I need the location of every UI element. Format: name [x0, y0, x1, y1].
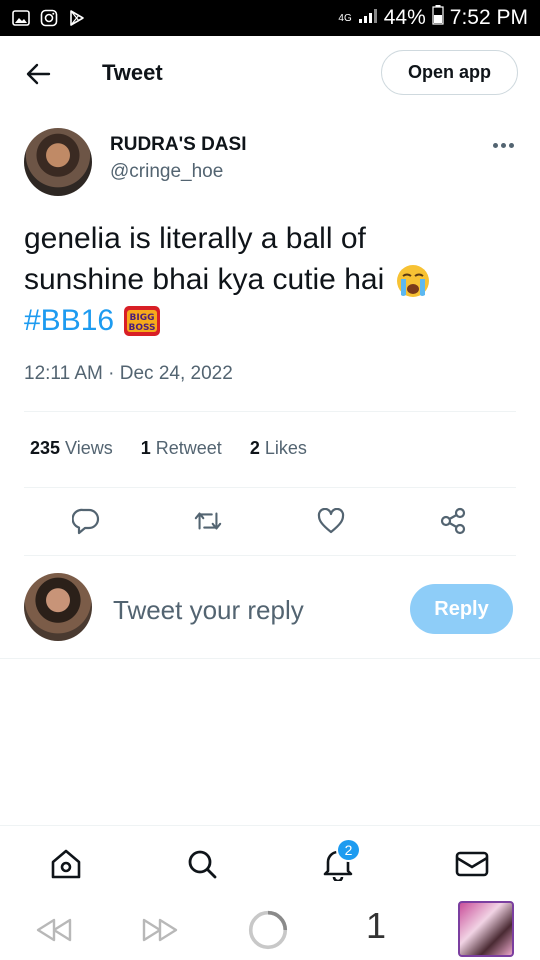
divider: [24, 555, 516, 556]
open-app-button[interactable]: Open app: [381, 50, 518, 95]
like-heart-icon[interactable]: [316, 506, 346, 536]
top-bar: Tweet Open app: [0, 36, 540, 112]
retweets-count: 1: [140, 438, 151, 458]
tweet-text-line-2-content: sunshine bhai kya cutie hai: [24, 263, 385, 296]
bigg-boss-emoji-icon: BIGG BOSS: [124, 306, 161, 337]
hashtag-link[interactable]: #BB16: [24, 304, 114, 337]
home-icon[interactable]: [48, 846, 84, 882]
svg-text:BOSS: BOSS: [129, 323, 156, 333]
clock: 7:52 PM: [449, 6, 528, 29]
messages-envelope-icon[interactable]: [454, 846, 490, 882]
page-title: Tweet: [102, 60, 163, 85]
battery-icon: [432, 5, 444, 31]
status-bar: 4G 44% 7:52 PM: [0, 0, 540, 36]
play-store-icon: [68, 9, 86, 27]
views-count: 235: [30, 438, 61, 458]
views-label: Views: [65, 438, 113, 458]
reply-input[interactable]: Tweet your reply: [113, 595, 304, 626]
back-arrow-icon[interactable]: [22, 58, 54, 90]
profile-thumbnail[interactable]: [458, 901, 514, 957]
author-avatar[interactable]: [24, 128, 92, 196]
likes-stat[interactable]: 2 Likes: [250, 438, 307, 459]
reply-button[interactable]: Reply: [410, 584, 513, 634]
more-options-icon[interactable]: [490, 135, 516, 155]
bottom-nav: 2: [0, 825, 540, 900]
retweets-label: Retweet: [155, 438, 222, 458]
gallery-icon: [12, 9, 30, 27]
loading-spinner-icon: [248, 910, 288, 950]
current-user-avatar[interactable]: [24, 573, 92, 641]
tweet-timestamp[interactable]: 12:11 AM · Dec 24, 2022: [24, 363, 233, 385]
fast-forward-icon[interactable]: [140, 912, 180, 948]
tweet-text-line-2: sunshine bhai kya cutie hai: [24, 259, 524, 300]
likes-label: Likes: [264, 438, 307, 458]
instagram-icon: [40, 9, 58, 27]
tweet-text-line-3: #BB16 BIGG BOSS: [24, 300, 524, 341]
tweet-text-line-1: genelia is literally a ball of: [24, 222, 366, 255]
reply-icon[interactable]: [71, 506, 101, 536]
network-type: 4G: [338, 12, 352, 24]
tab-count[interactable]: 1: [366, 905, 386, 947]
divider: [24, 411, 516, 412]
loudly-crying-emoji-icon: [396, 265, 429, 298]
share-icon[interactable]: [438, 506, 468, 536]
signal-icon: [358, 6, 378, 30]
likes-count: 2: [249, 438, 260, 458]
rewind-icon[interactable]: [34, 912, 74, 948]
svg-text:BIGG: BIGG: [130, 313, 155, 323]
author-handle[interactable]: @cringe_hoe: [110, 161, 223, 183]
tweet-text: genelia is literally a ball of sunshine …: [24, 218, 524, 341]
author-name[interactable]: RUDRA'S DASI: [110, 134, 246, 156]
battery-percent: 44%: [383, 6, 426, 29]
views-stat[interactable]: 235 Views: [30, 438, 113, 459]
search-icon[interactable]: [184, 846, 220, 882]
tweet-actions: [0, 500, 540, 540]
retweets-stat[interactable]: 1 Retweet: [141, 438, 222, 459]
notification-badge: 2: [336, 838, 361, 862]
divider: [24, 487, 516, 488]
divider: [0, 658, 540, 659]
retweet-icon[interactable]: [193, 506, 223, 536]
tweet-stats: 235 Views 1 Retweet 2 Likes: [30, 438, 335, 459]
